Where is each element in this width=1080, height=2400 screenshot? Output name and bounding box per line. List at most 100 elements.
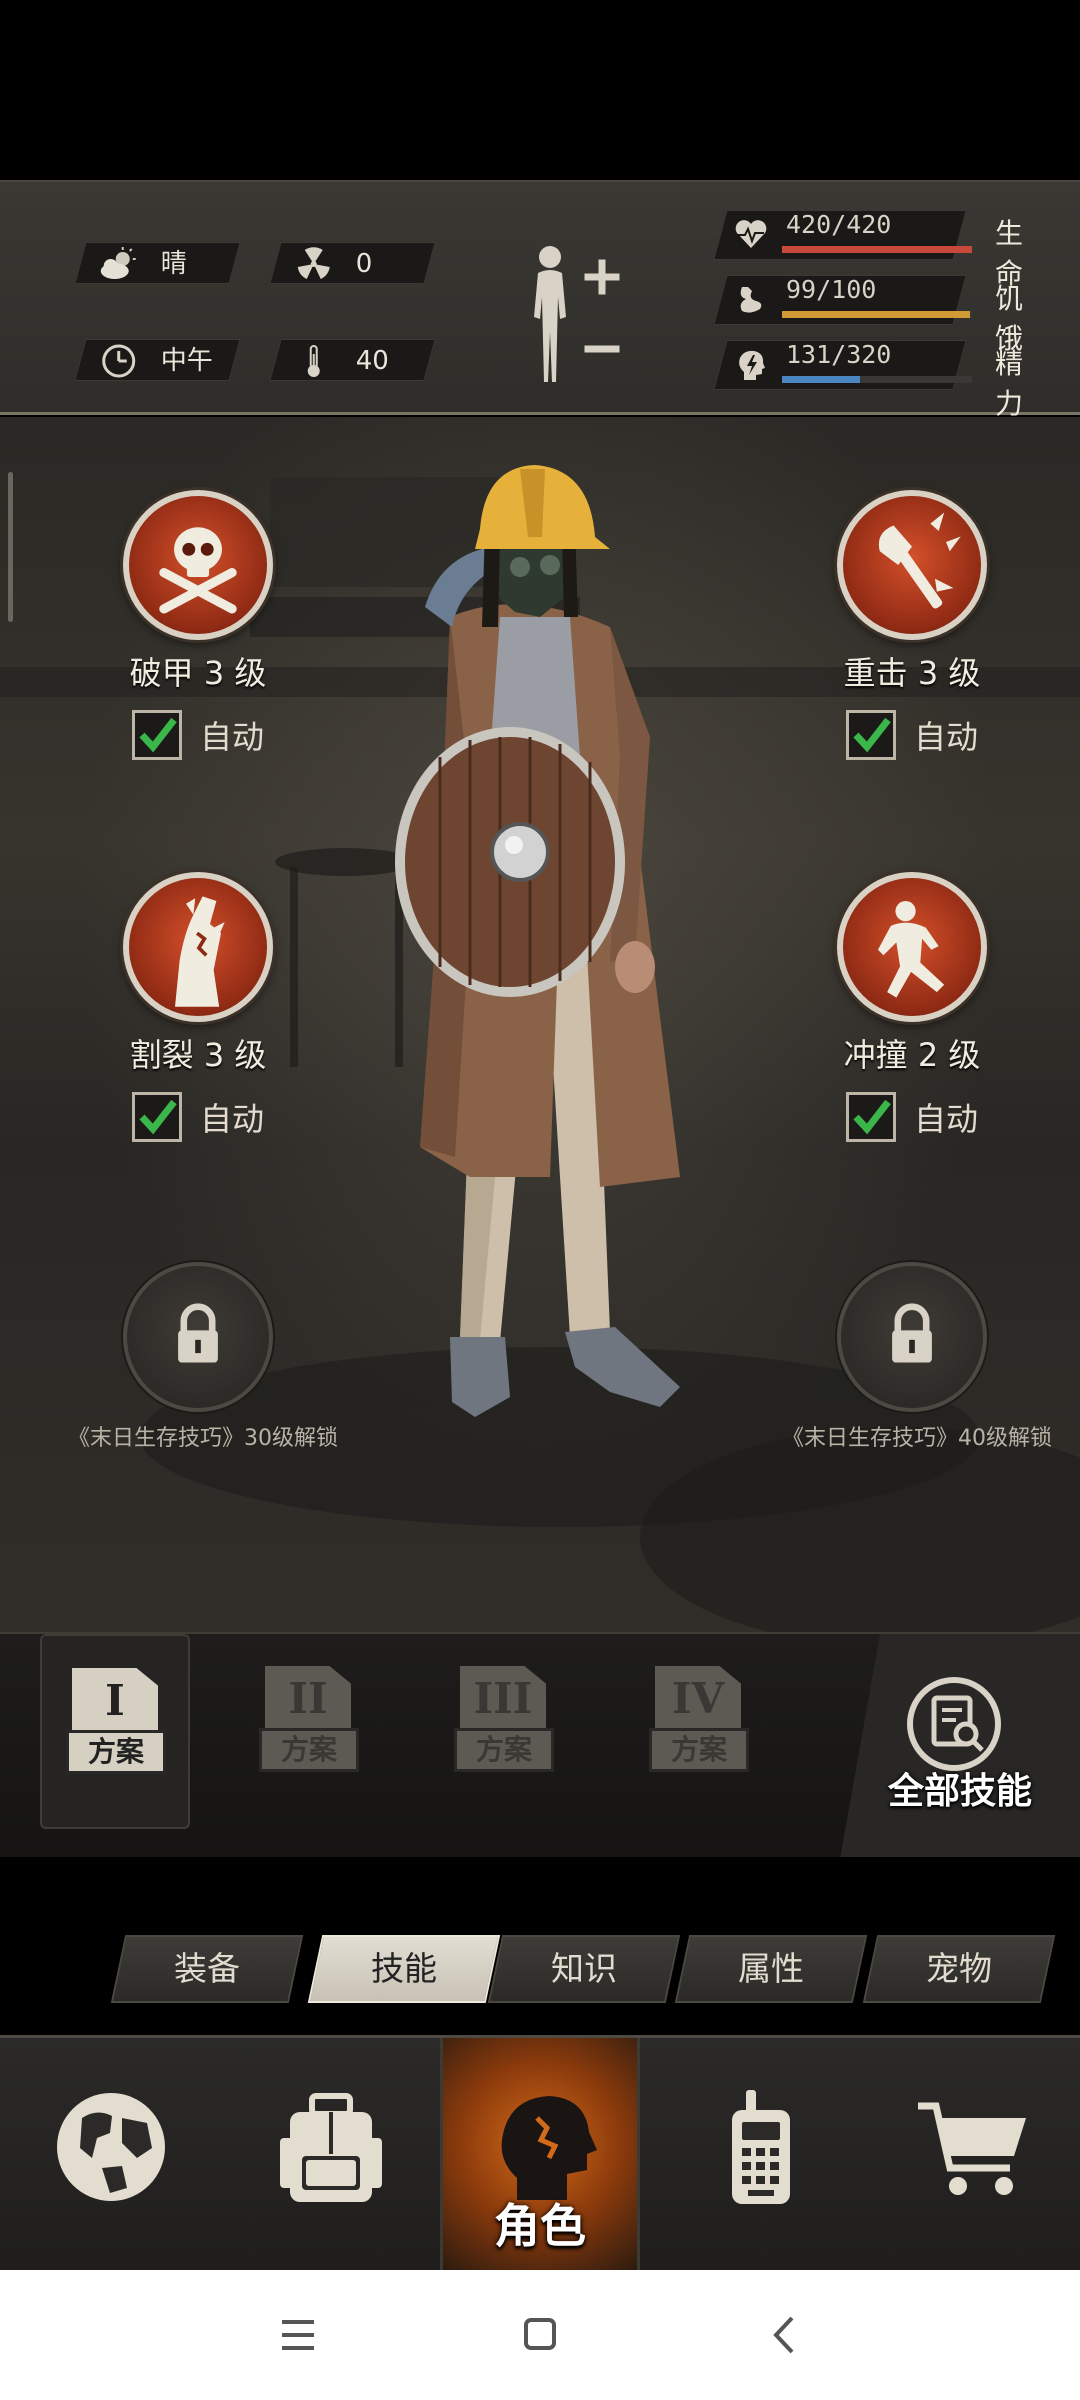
skill-loadout-bar: I 方案 II 方案 III 方案 IV 方案 全部技能 <box>0 1632 1080 1859</box>
scroll-indicator[interactable] <box>8 472 13 622</box>
backpack-icon <box>280 2093 382 2202</box>
character-scene: 破甲 3 级 自动 割裂 3 级 自动 《末日生存技巧》30级解锁 重击 3 级… <box>0 417 1080 1632</box>
plan-document-icon: III 方案 <box>454 1666 554 1781</box>
charge-man-icon <box>877 901 945 998</box>
plan-document-icon: I 方案 <box>66 1668 166 1783</box>
survivor-character <box>395 465 680 1417</box>
plan-2-label: 方案 <box>259 1728 359 1772</box>
all-skills-button[interactable]: 全部技能 <box>840 1634 1080 1859</box>
radiation-value: 0 <box>355 249 373 279</box>
weather-value: 晴 <box>160 249 187 279</box>
plan-document-icon: II 方案 <box>259 1666 359 1781</box>
checkmark-icon <box>139 717 177 753</box>
plan-4-label: 方案 <box>649 1728 749 1772</box>
hunger-bar <box>782 311 972 318</box>
lock-icon <box>892 1303 932 1363</box>
home-icon[interactable] <box>510 2310 570 2360</box>
skill-charge-name: 冲撞 2 级 <box>843 1036 981 1074</box>
nav-character-label: 角色 <box>494 2199 586 2253</box>
checkmark-icon <box>853 717 891 753</box>
skill-charge-auto-checkbox[interactable] <box>845 1092 896 1142</box>
checkmark-icon <box>853 1099 891 1135</box>
nav-shop[interactable] <box>870 2038 1070 2273</box>
bottom-navigation: 角色 <box>0 2035 1080 2273</box>
globe-icon <box>57 2093 165 2201</box>
tab-pets[interactable]: 宠物 <box>862 1935 1056 2003</box>
unlock-requirement-right: 《末日生存技巧》40级解锁 <box>782 1426 1052 1451</box>
skill-heavy-strike[interactable]: 重击 3 级 自动 <box>812 490 1012 760</box>
nav-world-map[interactable] <box>8 2038 208 2273</box>
torn-flesh-icon <box>175 896 225 1007</box>
tab-equipment[interactable]: 装备 <box>110 1935 304 2003</box>
walkie-talkie-icon <box>732 2090 790 2204</box>
system-navigation-bar <box>0 2270 1080 2400</box>
character-sub-tabs: 装备 技能 知识 属性 宠物 <box>0 1857 1080 2035</box>
skill-heavy-strike-badge[interactable] <box>837 490 987 640</box>
energy-stat: 131/320 精力 <box>713 340 1050 420</box>
plan-2-button[interactable]: II 方案 <box>235 1634 385 1829</box>
skill-heavy-strike-auto-checkbox[interactable] <box>845 710 896 760</box>
hunger-value: 99/100 <box>786 275 877 304</box>
plan-3-button[interactable]: III 方案 <box>430 1634 580 1829</box>
plan-3-label: 方案 <box>454 1728 554 1772</box>
radiation-icon <box>297 247 330 279</box>
nav-radio[interactable] <box>658 2038 858 2273</box>
unlock-requirement-left: 《末日生存技巧》30级解锁 <box>68 1426 338 1451</box>
tab-attributes-label: 属性 <box>738 1949 804 1988</box>
skill-lacerate-auto-checkbox[interactable] <box>131 1092 182 1142</box>
skill-armor-break-badge[interactable] <box>123 490 273 640</box>
tab-equipment-label: 装备 <box>174 1949 240 1988</box>
heart-icon <box>735 220 767 248</box>
energy-head-icon <box>739 350 765 380</box>
skill-lacerate-name: 割裂 3 级 <box>129 1036 267 1074</box>
tab-pets-label: 宠物 <box>926 1949 992 1988</box>
time-pill: 中午 <box>74 339 241 381</box>
skill-heavy-strike-auto-label: 自动 <box>913 718 978 756</box>
locked-slot-left-badge[interactable] <box>123 1262 273 1412</box>
skill-charge-badge[interactable] <box>837 872 987 1022</box>
energy-value: 131/320 <box>786 340 892 369</box>
tab-skills-label: 技能 <box>371 1949 437 1988</box>
energy-label: 精力 <box>995 347 1024 420</box>
hunger-stat: 99/100 饥饿 <box>713 275 1050 355</box>
menu-icon[interactable] <box>268 2310 328 2360</box>
nav-inventory[interactable] <box>228 2038 428 2273</box>
tab-knowledge[interactable]: 知识 <box>487 1935 681 2003</box>
lock-icon <box>178 1303 218 1363</box>
temperature-value: 40 <box>355 346 389 376</box>
skill-armor-break-auto-label: 自动 <box>199 718 264 756</box>
skill-slot-locked-left[interactable]: 《末日生存技巧》30级解锁 <box>68 1262 338 1452</box>
locked-slot-right-badge[interactable] <box>837 1262 987 1412</box>
tab-skills[interactable]: 技能 <box>307 1935 501 2003</box>
cloud-sun-icon <box>100 247 136 279</box>
back-icon[interactable] <box>756 2310 816 2360</box>
plan-1-label: 方案 <box>66 1730 166 1774</box>
skill-charge[interactable]: 冲撞 2 级 自动 <box>812 872 1012 1142</box>
skill-lacerate-badge[interactable] <box>123 872 273 1022</box>
clock-icon <box>102 344 136 378</box>
skill-charge-auto-label: 自动 <box>913 1100 978 1138</box>
skull-crossbones-icon <box>159 527 237 614</box>
radiation-pill: 0 <box>269 242 436 284</box>
skill-lacerate[interactable]: 割裂 3 级 自动 <box>98 872 298 1142</box>
body-status-button[interactable] <box>520 237 640 387</box>
plan-4-button[interactable]: IV 方案 <box>625 1634 775 1829</box>
tab-attributes[interactable]: 属性 <box>674 1935 868 2003</box>
skill-heavy-strike-name: 重击 3 级 <box>843 654 981 692</box>
skill-slot-locked-right[interactable]: 《末日生存技巧》40级解锁 <box>782 1262 1052 1452</box>
health-bar <box>782 246 972 253</box>
plan-4-numeral: IV <box>671 1674 725 1723</box>
shopping-cart-icon <box>918 2102 1026 2195</box>
plan-document-icon: IV 方案 <box>649 1666 749 1781</box>
nav-character[interactable]: 角色 <box>440 2038 640 2273</box>
character-head-icon <box>501 2096 597 2200</box>
status-bar: 晴 0 中午 40 420/420 生命 99/100 饥饿 131/320 精… <box>0 180 1080 420</box>
plan-1-button[interactable]: I 方案 <box>40 1634 190 1829</box>
plan-3-numeral: III <box>473 1674 533 1723</box>
all-skills-label: 全部技能 <box>887 1771 1032 1812</box>
skill-lacerate-auto-label: 自动 <box>199 1100 264 1138</box>
skill-armor-break[interactable]: 破甲 3 级 自动 <box>98 490 298 760</box>
thermometer-icon <box>307 345 320 377</box>
skill-armor-break-auto-checkbox[interactable] <box>131 710 182 760</box>
checkmark-icon <box>139 1099 177 1135</box>
